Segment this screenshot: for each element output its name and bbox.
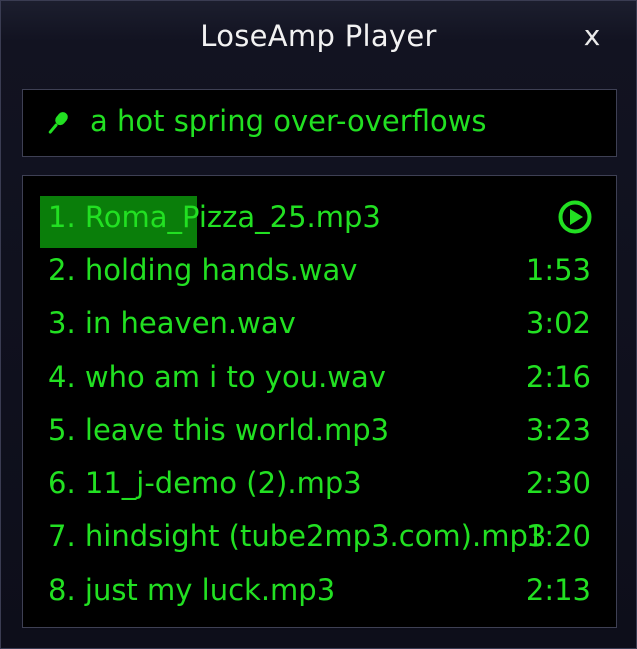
track-duration: 3:02 [525, 306, 591, 340]
track-title: 2. holding hands.wav [48, 253, 358, 287]
track-title: 1. Roma_Pizza_25.mp3 [48, 200, 381, 234]
track-duration: 3:23 [525, 413, 591, 447]
microphone-icon [48, 112, 68, 134]
track-duration: 2:13 [525, 573, 591, 607]
track-title: 7. hindsight (tube2mp3.com).mp3 [48, 519, 547, 553]
playlist-track-3[interactable]: 3. in heaven.wav 3:02 [23, 298, 616, 348]
playlist-track-6[interactable]: 6. 11_j-demo (2).mp3 2:30 [23, 458, 616, 508]
track-duration: 1:53 [525, 253, 591, 287]
track-title: 5. leave this world.mp3 [48, 413, 390, 447]
track-title: 6. 11_j-demo (2).mp3 [48, 466, 362, 500]
playlist-track-5[interactable]: 5. leave this world.mp3 3:23 [23, 405, 616, 455]
track-title: 4. who am i to you.wav [48, 360, 386, 394]
track-duration: 2:16 [525, 360, 591, 394]
playlist-track-4[interactable]: 4. who am i to you.wav 2:16 [23, 352, 616, 402]
playlist-track-7[interactable]: 7. hindsight (tube2mp3.com).mp3 1:20 [23, 511, 616, 561]
title-bar[interactable]: LoseAmp Player x [1, 1, 636, 71]
playlist-track-1[interactable]: 1. Roma_Pizza_25.mp3 [23, 192, 616, 242]
close-button[interactable]: x [576, 17, 608, 55]
now-playing-text: a hot spring over-overflows [90, 104, 487, 138]
track-title: 8. just my luck.mp3 [48, 573, 336, 607]
now-playing-panel: a hot spring over-overflows [22, 89, 617, 157]
track-duration: 1:20 [525, 519, 591, 553]
window-title: LoseAmp Player [200, 19, 437, 53]
track-duration: 2:30 [525, 466, 591, 500]
playlist: 1. Roma_Pizza_25.mp3 2. holding hands.wa… [22, 175, 617, 628]
track-title: 3. in heaven.wav [48, 306, 296, 340]
playlist-track-8[interactable]: 8. just my luck.mp3 2:13 [23, 565, 616, 615]
player-window: LoseAmp Player x a hot spring over-overf… [0, 0, 637, 649]
playlist-track-2[interactable]: 2. holding hands.wav 1:53 [23, 245, 616, 295]
play-circle-icon[interactable] [557, 199, 593, 235]
